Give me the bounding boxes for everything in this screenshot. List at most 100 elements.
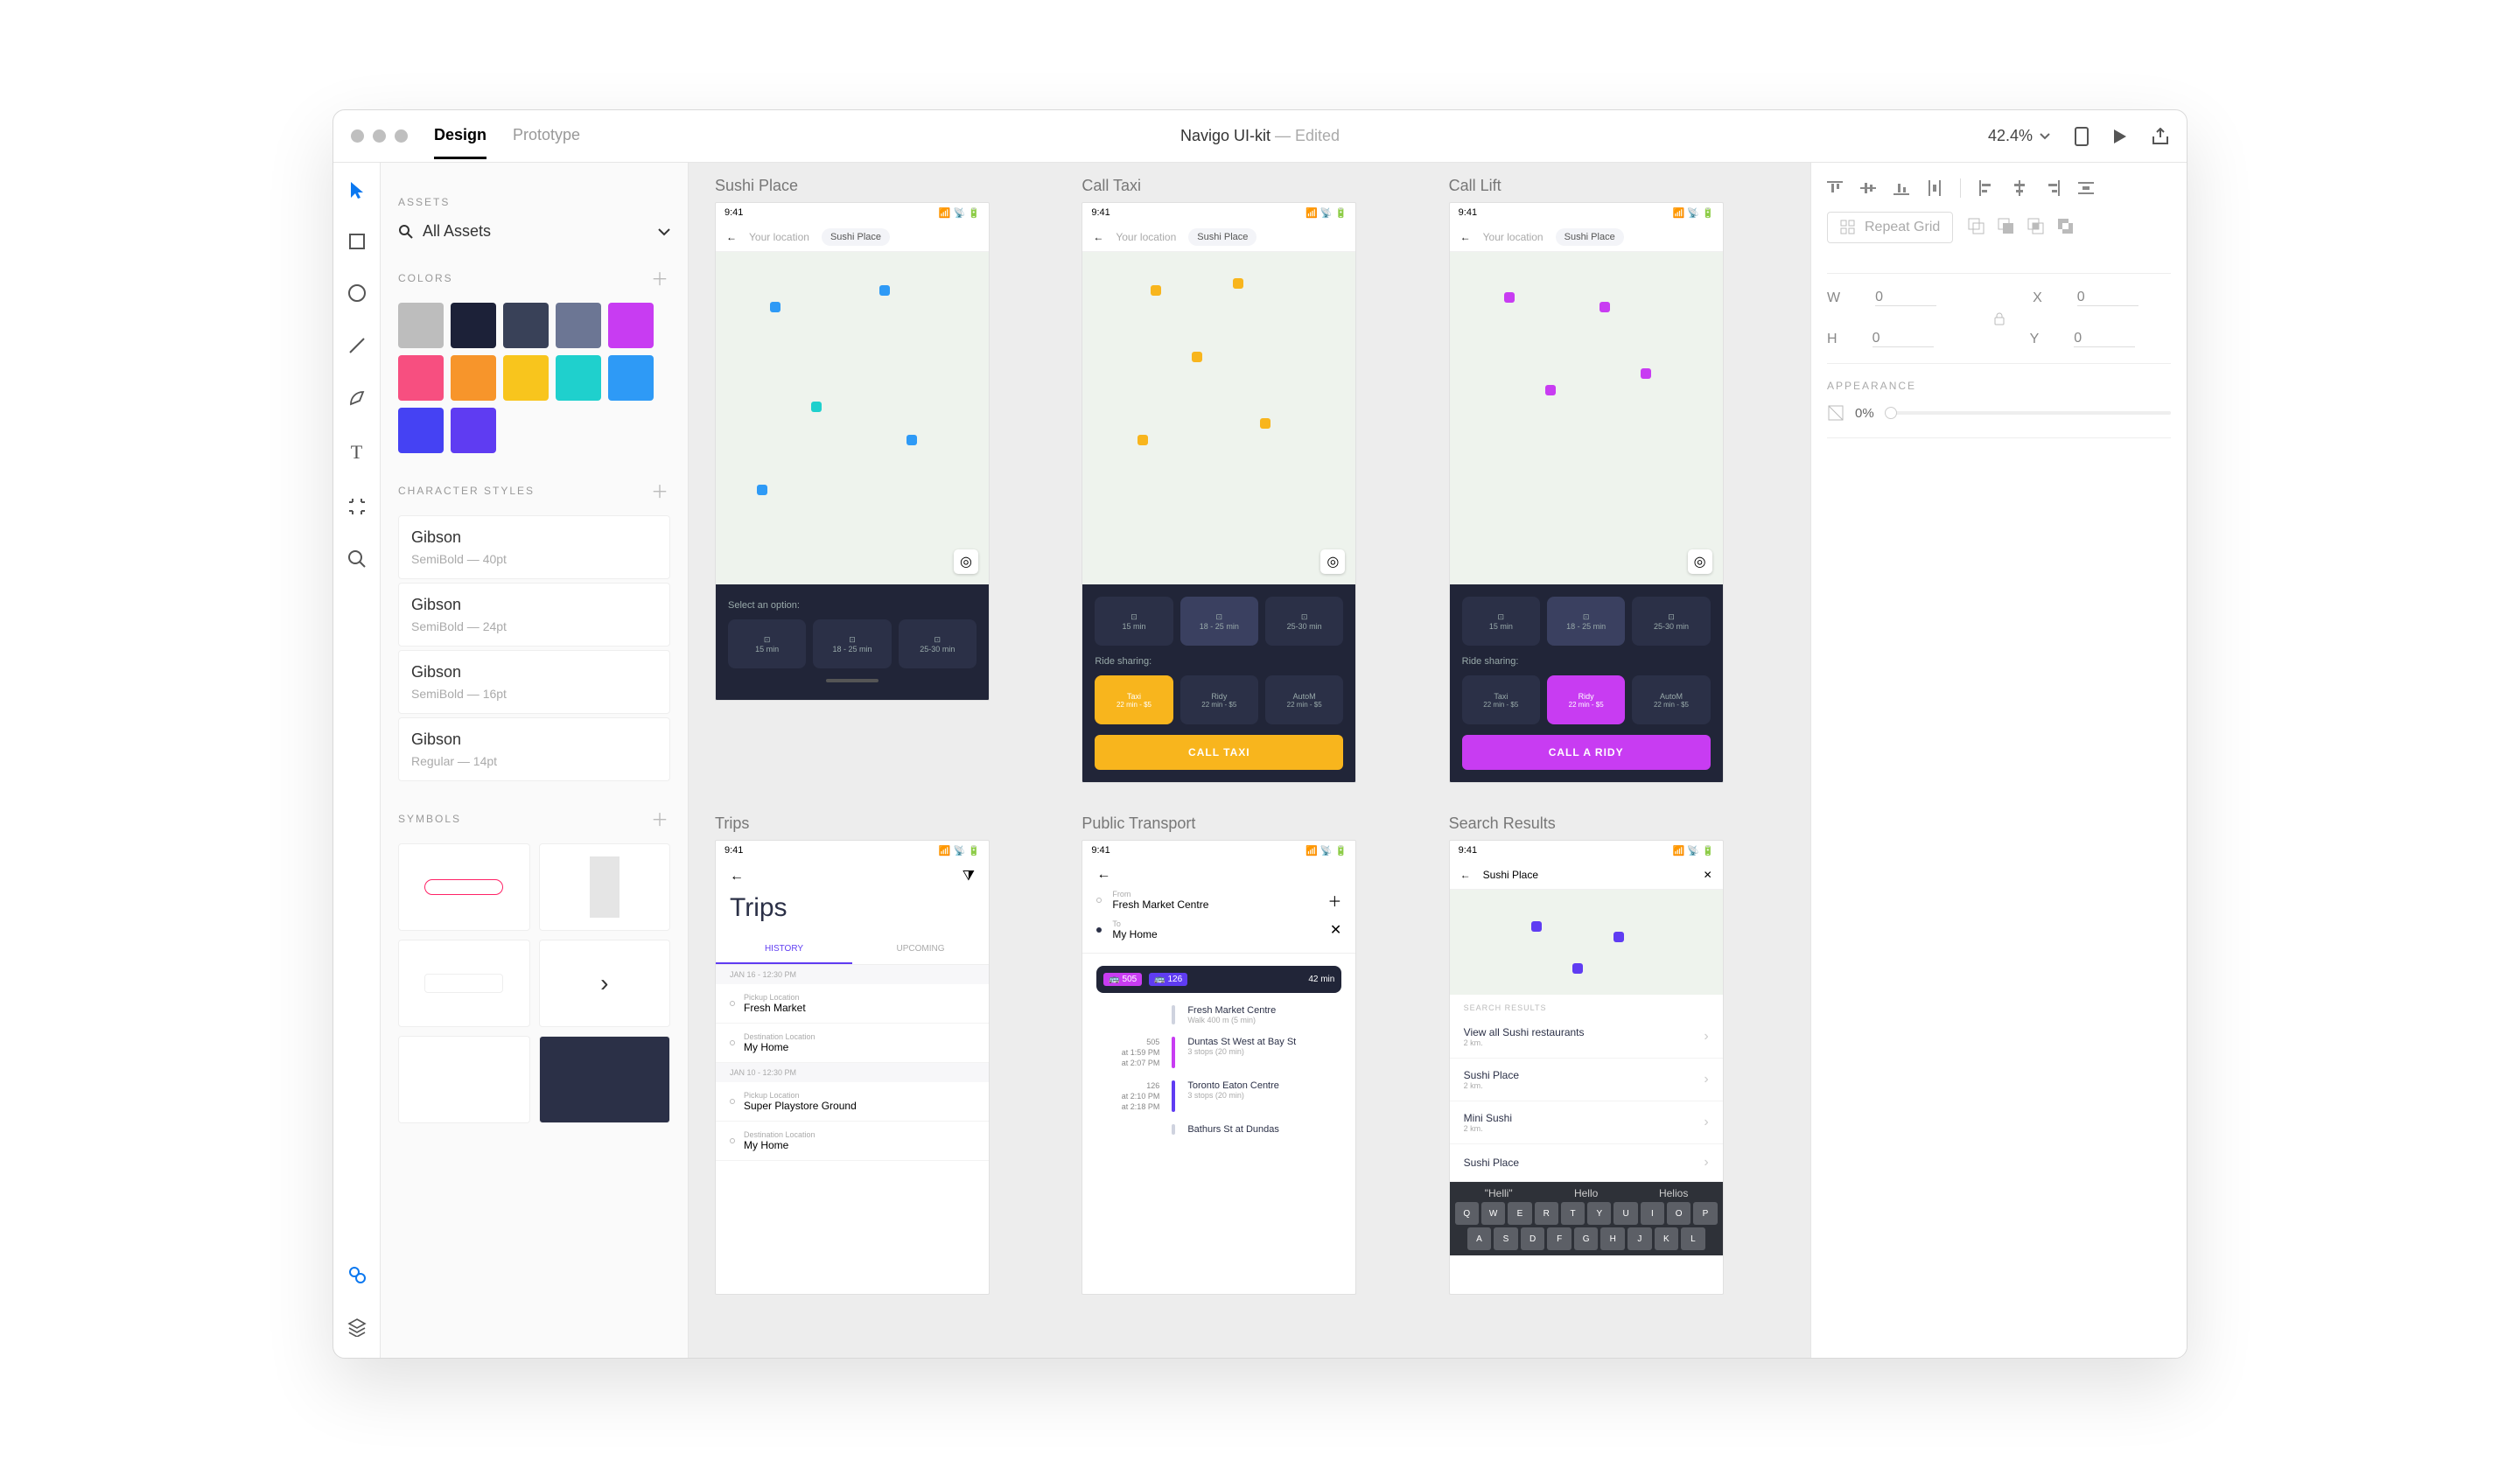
artboard-label[interactable]: Sushi Place <box>715 177 1050 195</box>
zoom-select[interactable]: 42.4% <box>1988 127 2050 145</box>
locate-icon[interactable]: ◎ <box>1320 549 1345 574</box>
text-tool-icon[interactable]: T <box>351 441 362 464</box>
search-result-item[interactable]: Sushi Place2 km.› <box>1450 1059 1723 1101</box>
back-icon[interactable]: ← <box>1460 869 1471 881</box>
symbol-thumb[interactable] <box>398 1036 530 1123</box>
artboard-tool-icon[interactable] <box>347 497 367 516</box>
layers-panel-icon[interactable] <box>347 1318 367 1337</box>
symbol-thumb[interactable] <box>539 843 671 931</box>
filter-icon[interactable]: ⧩ <box>962 869 975 884</box>
color-swatch[interactable] <box>398 408 444 453</box>
play-icon[interactable] <box>2113 129 2127 144</box>
align-vcenter-icon[interactable] <box>1860 180 1876 196</box>
bool-intersect-icon[interactable] <box>2026 217 2044 234</box>
align-hcenter-icon[interactable] <box>2012 180 2027 196</box>
clear-icon[interactable]: ✕ <box>1704 869 1712 881</box>
keyboard-key[interactable]: E <box>1508 1202 1531 1225</box>
height-input[interactable] <box>1872 331 1934 347</box>
share-icon[interactable] <box>2152 128 2169 145</box>
align-bottom-icon[interactable] <box>1894 180 1909 196</box>
color-swatch[interactable] <box>608 303 654 348</box>
back-icon[interactable]: ← <box>1096 867 1110 882</box>
keyboard-key[interactable]: K <box>1655 1227 1679 1250</box>
keyboard-key[interactable]: S <box>1494 1227 1518 1250</box>
artboard[interactable]: 9:41📶 📡 🔋 ←Sushi Place✕ SEARCH RESULTS V… <box>1449 840 1724 1295</box>
color-swatch[interactable] <box>503 303 549 348</box>
device-preview-icon[interactable] <box>2075 127 2089 146</box>
artboard[interactable]: 9:41📶 📡 🔋←Your locationSushi Place◎⊡15 m… <box>1082 202 1356 783</box>
keyboard-key[interactable]: T <box>1561 1202 1585 1225</box>
symbol-thumb[interactable]: › <box>539 940 671 1027</box>
keyboard-key[interactable]: A <box>1467 1227 1492 1250</box>
character-style-item[interactable]: GibsonSemiBold — 40pt <box>398 515 670 579</box>
window-traffic-lights[interactable] <box>351 129 408 143</box>
add-charstyle-button[interactable]: ＋ <box>651 478 670 503</box>
artboard-label[interactable]: Public Transport <box>1082 814 1417 833</box>
opacity-slider[interactable] <box>1885 411 2171 415</box>
keyboard-key[interactable]: U <box>1614 1202 1637 1225</box>
assets-panel-icon[interactable] <box>347 1265 367 1284</box>
keyboard-key[interactable]: D <box>1521 1227 1545 1250</box>
symbol-thumb[interactable] <box>398 940 530 1027</box>
keyboard-key[interactable]: F <box>1547 1227 1572 1250</box>
zoom-tool-icon[interactable] <box>347 549 367 569</box>
trips-tab[interactable]: HISTORY <box>716 935 852 964</box>
distribute-h-icon[interactable] <box>2078 180 2094 196</box>
artboard-label[interactable]: Trips <box>715 814 1050 833</box>
symbol-thumb[interactable] <box>398 843 530 931</box>
back-icon[interactable]: ← <box>1093 231 1103 243</box>
color-swatch[interactable] <box>398 355 444 401</box>
color-swatch[interactable] <box>503 355 549 401</box>
ellipse-tool-icon[interactable] <box>347 283 367 303</box>
trips-tab[interactable]: UPCOMING <box>852 935 989 964</box>
artboard[interactable]: 9:41📶 📡 🔋 ← FromFresh Market Centre＋ ToM… <box>1082 840 1356 1295</box>
symbol-thumb[interactable] <box>539 1036 671 1123</box>
color-swatch[interactable] <box>451 355 496 401</box>
select-tool-icon[interactable] <box>349 180 365 199</box>
character-style-item[interactable]: GibsonSemiBold — 24pt <box>398 583 670 647</box>
clear-icon[interactable]: ✕ <box>1330 921 1341 939</box>
back-icon[interactable]: ← <box>1460 231 1471 243</box>
character-style-item[interactable]: GibsonRegular — 14pt <box>398 717 670 781</box>
width-input[interactable] <box>1875 290 1936 306</box>
artboard-label[interactable]: Call Lift <box>1449 177 1784 195</box>
color-swatch[interactable] <box>398 303 444 348</box>
distribute-v-icon[interactable] <box>1927 180 1942 196</box>
align-top-icon[interactable] <box>1827 180 1843 196</box>
add-color-button[interactable]: ＋ <box>651 265 670 290</box>
keyboard-key[interactable]: R <box>1535 1202 1558 1225</box>
lock-aspect-icon[interactable] <box>1993 311 2006 325</box>
keyboard-key[interactable]: W <box>1481 1202 1505 1225</box>
search-result-item[interactable]: Mini Sushi2 km.› <box>1450 1101 1723 1144</box>
line-tool-icon[interactable] <box>347 336 367 355</box>
artboard-label[interactable]: Search Results <box>1449 814 1784 833</box>
back-icon[interactable]: ← <box>726 231 737 243</box>
keyboard-key[interactable]: L <box>1681 1227 1705 1250</box>
artboard-label[interactable]: Call Taxi <box>1082 177 1417 195</box>
keyboard-key[interactable]: H <box>1600 1227 1625 1250</box>
keyboard-key[interactable]: O <box>1667 1202 1690 1225</box>
artboard[interactable]: 9:41📶 📡 🔋 ←⧩ Trips HISTORYUPCOMING JAN 1… <box>715 840 990 1295</box>
add-symbol-button[interactable]: ＋ <box>651 806 670 831</box>
call-ride-button[interactable]: CALL TAXI <box>1095 735 1343 770</box>
rectangle-tool-icon[interactable] <box>348 233 366 250</box>
back-icon[interactable]: ← <box>730 869 744 884</box>
keyboard-key[interactable]: Q <box>1455 1202 1479 1225</box>
color-swatch[interactable] <box>608 355 654 401</box>
character-style-item[interactable]: GibsonSemiBold — 16pt <box>398 650 670 714</box>
add-stop-icon[interactable]: ＋ <box>1327 890 1341 911</box>
keyboard-key[interactable]: Y <box>1587 1202 1611 1225</box>
search-result-item[interactable]: View all Sushi restaurants2 km.› <box>1450 1016 1723 1059</box>
align-left-icon[interactable] <box>1978 180 1994 196</box>
y-input[interactable] <box>2074 331 2135 347</box>
keyboard-key[interactable]: I <box>1641 1202 1664 1225</box>
locate-icon[interactable]: ◎ <box>1688 549 1712 574</box>
color-swatch[interactable] <box>451 303 496 348</box>
keyboard-key[interactable]: G <box>1574 1227 1599 1250</box>
color-swatch[interactable] <box>451 408 496 453</box>
bool-subtract-icon[interactable] <box>1997 217 2014 234</box>
keyboard-key[interactable]: P <box>1693 1202 1717 1225</box>
bool-exclude-icon[interactable] <box>2056 217 2074 234</box>
keyboard-key[interactable]: J <box>1628 1227 1652 1250</box>
align-right-icon[interactable] <box>2045 180 2061 196</box>
